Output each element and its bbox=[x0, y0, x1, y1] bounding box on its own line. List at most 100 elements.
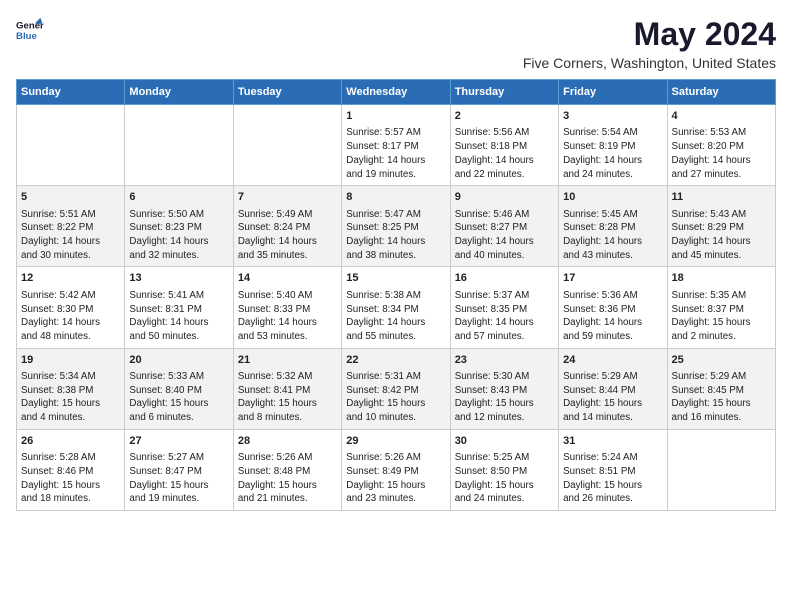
day-info: Sunrise: 5:57 AM Sunset: 8:17 PM Dayligh… bbox=[346, 126, 445, 181]
calendar-body: 1 Sunrise: 5:57 AM Sunset: 8:17 PM Daylig… bbox=[17, 105, 776, 511]
day-info: Sunrise: 5:46 AM Sunset: 8:27 PM Dayligh… bbox=[455, 208, 554, 263]
calendar-cell: 31Sunrise: 5:24 AM Sunset: 8:51 PM Dayli… bbox=[559, 429, 667, 510]
day-number: 12 bbox=[21, 271, 120, 286]
day-info: Sunrise: 5:54 AM Sunset: 8:19 PM Dayligh… bbox=[563, 126, 662, 181]
day-number: 28 bbox=[238, 434, 337, 449]
calendar-cell: 26Sunrise: 5:28 AM Sunset: 8:46 PM Dayli… bbox=[17, 429, 125, 510]
calendar-cell: 21Sunrise: 5:32 AM Sunset: 8:41 PM Dayli… bbox=[233, 348, 341, 429]
day-number: 19 bbox=[21, 353, 120, 368]
week-row-3: 12Sunrise: 5:42 AM Sunset: 8:30 PM Dayli… bbox=[17, 267, 776, 348]
calendar-cell: 1 Sunrise: 5:57 AM Sunset: 8:17 PM Daylig… bbox=[342, 105, 450, 186]
day-info: Sunrise: 5:34 AM Sunset: 8:38 PM Dayligh… bbox=[21, 370, 120, 425]
day-number: 5 bbox=[21, 190, 120, 205]
day-info: Sunrise: 5:24 AM Sunset: 8:51 PM Dayligh… bbox=[563, 451, 662, 506]
page-header: General Blue May 2024 Five Corners, Wash… bbox=[16, 16, 776, 71]
day-info: Sunrise: 5:50 AM Sunset: 8:23 PM Dayligh… bbox=[129, 208, 228, 263]
calendar-header: SundayMondayTuesdayWednesdayThursdayFrid… bbox=[17, 80, 776, 105]
calendar-cell: 24 Sunrise: 5:29 AM Sunset: 8:44 PM Dayli… bbox=[559, 348, 667, 429]
day-info: Sunrise: 5:35 AM Sunset: 8:37 PM Dayligh… bbox=[672, 289, 771, 344]
calendar-cell: 23Sunrise: 5:30 AM Sunset: 8:43 PM Dayli… bbox=[450, 348, 558, 429]
calendar-cell bbox=[125, 105, 233, 186]
day-info: Sunrise: 5:25 AM Sunset: 8:50 PM Dayligh… bbox=[455, 451, 554, 506]
day-info: Sunrise: 5:37 AM Sunset: 8:35 PM Dayligh… bbox=[455, 289, 554, 344]
calendar-cell: 6 Sunrise: 5:50 AM Sunset: 8:23 PM Daylig… bbox=[125, 186, 233, 267]
day-info: Sunrise: 5:26 AM Sunset: 8:49 PM Dayligh… bbox=[346, 451, 445, 506]
day-info: Sunrise: 5:47 AM Sunset: 8:25 PM Dayligh… bbox=[346, 208, 445, 263]
calendar-cell: 16 Sunrise: 5:37 AM Sunset: 8:35 PM Dayli… bbox=[450, 267, 558, 348]
calendar-cell bbox=[17, 105, 125, 186]
day-info: Sunrise: 5:49 AM Sunset: 8:24 PM Dayligh… bbox=[238, 208, 337, 263]
calendar-cell: 5 Sunrise: 5:51 AM Sunset: 8:22 PM Daylig… bbox=[17, 186, 125, 267]
subtitle: Five Corners, Washington, United States bbox=[523, 55, 776, 71]
day-info: Sunrise: 5:53 AM Sunset: 8:20 PM Dayligh… bbox=[672, 126, 771, 181]
week-row-5: 26Sunrise: 5:28 AM Sunset: 8:46 PM Dayli… bbox=[17, 429, 776, 510]
day-info: Sunrise: 5:32 AM Sunset: 8:41 PM Dayligh… bbox=[238, 370, 337, 425]
header-row: SundayMondayTuesdayWednesdayThursdayFrid… bbox=[17, 80, 776, 105]
day-number: 4 bbox=[672, 109, 771, 124]
day-info: Sunrise: 5:36 AM Sunset: 8:36 PM Dayligh… bbox=[563, 289, 662, 344]
day-info: Sunrise: 5:41 AM Sunset: 8:31 PM Dayligh… bbox=[129, 289, 228, 344]
header-cell-thursday: Thursday bbox=[450, 80, 558, 105]
calendar-cell: 15 Sunrise: 5:38 AM Sunset: 8:34 PM Dayli… bbox=[342, 267, 450, 348]
day-number: 1 bbox=[346, 109, 445, 124]
calendar-cell bbox=[233, 105, 341, 186]
day-number: 15 bbox=[346, 271, 445, 286]
main-title: May 2024 bbox=[523, 16, 776, 53]
day-info: Sunrise: 5:51 AM Sunset: 8:22 PM Dayligh… bbox=[21, 208, 120, 263]
day-number: 25 bbox=[672, 353, 771, 368]
day-number: 7 bbox=[238, 190, 337, 205]
day-number: 23 bbox=[455, 353, 554, 368]
week-row-2: 5 Sunrise: 5:51 AM Sunset: 8:22 PM Daylig… bbox=[17, 186, 776, 267]
calendar-cell: 28Sunrise: 5:26 AM Sunset: 8:48 PM Dayli… bbox=[233, 429, 341, 510]
calendar-cell: 7 Sunrise: 5:49 AM Sunset: 8:24 PM Daylig… bbox=[233, 186, 341, 267]
calendar-cell: 11Sunrise: 5:43 AM Sunset: 8:29 PM Dayli… bbox=[667, 186, 775, 267]
calendar-cell: 19 Sunrise: 5:34 AM Sunset: 8:38 PM Dayli… bbox=[17, 348, 125, 429]
header-cell-wednesday: Wednesday bbox=[342, 80, 450, 105]
day-number: 9 bbox=[455, 190, 554, 205]
logo: General Blue bbox=[16, 16, 44, 44]
day-number: 6 bbox=[129, 190, 228, 205]
day-info: Sunrise: 5:38 AM Sunset: 8:34 PM Dayligh… bbox=[346, 289, 445, 344]
day-number: 30 bbox=[455, 434, 554, 449]
day-number: 29 bbox=[346, 434, 445, 449]
header-cell-monday: Monday bbox=[125, 80, 233, 105]
day-number: 16 bbox=[455, 271, 554, 286]
calendar-table: SundayMondayTuesdayWednesdayThursdayFrid… bbox=[16, 79, 776, 511]
day-number: 20 bbox=[129, 353, 228, 368]
calendar-cell: 25 Sunrise: 5:29 AM Sunset: 8:45 PM Dayli… bbox=[667, 348, 775, 429]
day-number: 13 bbox=[129, 271, 228, 286]
calendar-cell: 9 Sunrise: 5:46 AM Sunset: 8:27 PM Daylig… bbox=[450, 186, 558, 267]
day-number: 22 bbox=[346, 353, 445, 368]
calendar-cell: 12Sunrise: 5:42 AM Sunset: 8:30 PM Dayli… bbox=[17, 267, 125, 348]
calendar-cell: 2 Sunrise: 5:56 AM Sunset: 8:18 PM Daylig… bbox=[450, 105, 558, 186]
calendar-cell: 18Sunrise: 5:35 AM Sunset: 8:37 PM Dayli… bbox=[667, 267, 775, 348]
day-info: Sunrise: 5:28 AM Sunset: 8:46 PM Dayligh… bbox=[21, 451, 120, 506]
header-cell-sunday: Sunday bbox=[17, 80, 125, 105]
day-info: Sunrise: 5:27 AM Sunset: 8:47 PM Dayligh… bbox=[129, 451, 228, 506]
day-number: 2 bbox=[455, 109, 554, 124]
title-block: May 2024 Five Corners, Washington, Unite… bbox=[523, 16, 776, 71]
day-number: 3 bbox=[563, 109, 662, 124]
calendar-cell: 13 Sunrise: 5:41 AM Sunset: 8:31 PM Dayli… bbox=[125, 267, 233, 348]
day-info: Sunrise: 5:33 AM Sunset: 8:40 PM Dayligh… bbox=[129, 370, 228, 425]
day-info: Sunrise: 5:31 AM Sunset: 8:42 PM Dayligh… bbox=[346, 370, 445, 425]
day-number: 24 bbox=[563, 353, 662, 368]
logo-icon: General Blue bbox=[16, 16, 44, 44]
header-cell-friday: Friday bbox=[559, 80, 667, 105]
day-info: Sunrise: 5:56 AM Sunset: 8:18 PM Dayligh… bbox=[455, 126, 554, 181]
calendar-cell bbox=[667, 429, 775, 510]
calendar-cell: 3 Sunrise: 5:54 AM Sunset: 8:19 PM Daylig… bbox=[559, 105, 667, 186]
day-info: Sunrise: 5:29 AM Sunset: 8:45 PM Dayligh… bbox=[672, 370, 771, 425]
day-number: 8 bbox=[346, 190, 445, 205]
calendar-cell: 4 Sunrise: 5:53 AM Sunset: 8:20 PM Daylig… bbox=[667, 105, 775, 186]
day-number: 10 bbox=[563, 190, 662, 205]
calendar-cell: 22 Sunrise: 5:31 AM Sunset: 8:42 PM Dayli… bbox=[342, 348, 450, 429]
day-info: Sunrise: 5:29 AM Sunset: 8:44 PM Dayligh… bbox=[563, 370, 662, 425]
week-row-4: 19 Sunrise: 5:34 AM Sunset: 8:38 PM Dayli… bbox=[17, 348, 776, 429]
calendar-cell: 27Sunrise: 5:27 AM Sunset: 8:47 PM Dayli… bbox=[125, 429, 233, 510]
week-row-1: 1 Sunrise: 5:57 AM Sunset: 8:17 PM Daylig… bbox=[17, 105, 776, 186]
svg-text:Blue: Blue bbox=[16, 31, 37, 42]
calendar-cell: 14Sunrise: 5:40 AM Sunset: 8:33 PM Dayli… bbox=[233, 267, 341, 348]
day-number: 17 bbox=[563, 271, 662, 286]
calendar-cell: 8 Sunrise: 5:47 AM Sunset: 8:25 PM Daylig… bbox=[342, 186, 450, 267]
